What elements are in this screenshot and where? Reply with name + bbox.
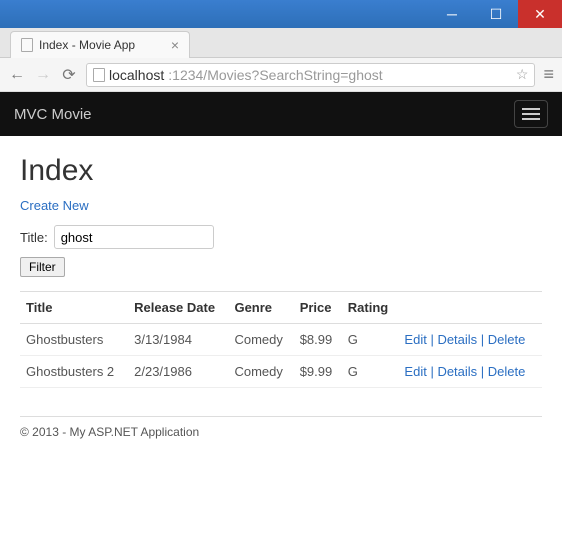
create-new-link[interactable]: Create New (20, 198, 89, 213)
window-maximize-button[interactable]: ☐ (474, 0, 518, 28)
footer-divider (20, 416, 542, 417)
delete-link[interactable]: Delete (488, 364, 526, 379)
star-icon[interactable]: ☆ (516, 66, 529, 83)
table-row: Ghostbusters3/13/1984Comedy$8.99GEdit | … (20, 324, 542, 356)
cell-title: Ghostbusters 2 (20, 356, 128, 388)
filter-button[interactable]: Filter (20, 257, 65, 277)
close-icon[interactable]: × (171, 37, 179, 53)
col-title: Title (20, 292, 128, 324)
browser-tab-strip: Index - Movie App × (0, 28, 562, 58)
footer-text: © 2013 - My ASP.NET Application (0, 425, 562, 439)
address-bar[interactable]: localhost:1234/Movies?SearchString=ghost… (86, 63, 535, 87)
forward-icon[interactable]: → (34, 66, 52, 84)
url-host: localhost (109, 67, 164, 83)
tab-title: Index - Movie App (39, 38, 135, 52)
navbar-toggle-button[interactable] (514, 100, 548, 128)
edit-link[interactable]: Edit (404, 332, 426, 347)
col-actions (398, 292, 542, 324)
cell-rating: G (342, 324, 399, 356)
menu-icon[interactable]: ≡ (543, 64, 554, 85)
url-path: :1234/Movies?SearchString=ghost (168, 67, 382, 83)
search-input[interactable] (54, 225, 214, 249)
col-price: Price (294, 292, 342, 324)
cell-release: 2/23/1986 (128, 356, 228, 388)
browser-tab[interactable]: Index - Movie App × (10, 31, 190, 58)
back-icon[interactable]: ← (8, 66, 26, 84)
delete-link[interactable]: Delete (488, 332, 526, 347)
details-link[interactable]: Details (437, 364, 477, 379)
cell-actions: Edit | Details | Delete (398, 324, 542, 356)
cell-genre: Comedy (228, 324, 293, 356)
cell-release: 3/13/1984 (128, 324, 228, 356)
page-title: Index (20, 154, 542, 188)
cell-genre: Comedy (228, 356, 293, 388)
window-close-button[interactable]: ✕ (518, 0, 562, 28)
movies-table: Title Release Date Genre Price Rating Gh… (20, 291, 542, 388)
col-release: Release Date (128, 292, 228, 324)
title-label: Title: (20, 230, 48, 245)
window-titlebar: ─ ☐ ✕ (0, 0, 562, 28)
table-row: Ghostbusters 22/23/1986Comedy$9.99GEdit … (20, 356, 542, 388)
cell-actions: Edit | Details | Delete (398, 356, 542, 388)
page-icon (21, 38, 33, 52)
cell-price: $9.99 (294, 356, 342, 388)
col-rating: Rating (342, 292, 399, 324)
navbar-brand[interactable]: MVC Movie (14, 106, 92, 123)
app-navbar: MVC Movie (0, 92, 562, 136)
window-minimize-button[interactable]: ─ (430, 0, 474, 28)
reload-icon[interactable]: ⟳ (60, 65, 78, 85)
col-genre: Genre (228, 292, 293, 324)
cell-price: $8.99 (294, 324, 342, 356)
cell-title: Ghostbusters (20, 324, 128, 356)
details-link[interactable]: Details (437, 332, 477, 347)
search-form: Title: (20, 225, 542, 249)
table-header-row: Title Release Date Genre Price Rating (20, 292, 542, 324)
edit-link[interactable]: Edit (404, 364, 426, 379)
page-content: Index Create New Title: Filter Title Rel… (0, 136, 562, 398)
browser-toolbar: ← → ⟳ localhost:1234/Movies?SearchString… (0, 58, 562, 92)
page-icon (93, 68, 105, 82)
cell-rating: G (342, 356, 399, 388)
